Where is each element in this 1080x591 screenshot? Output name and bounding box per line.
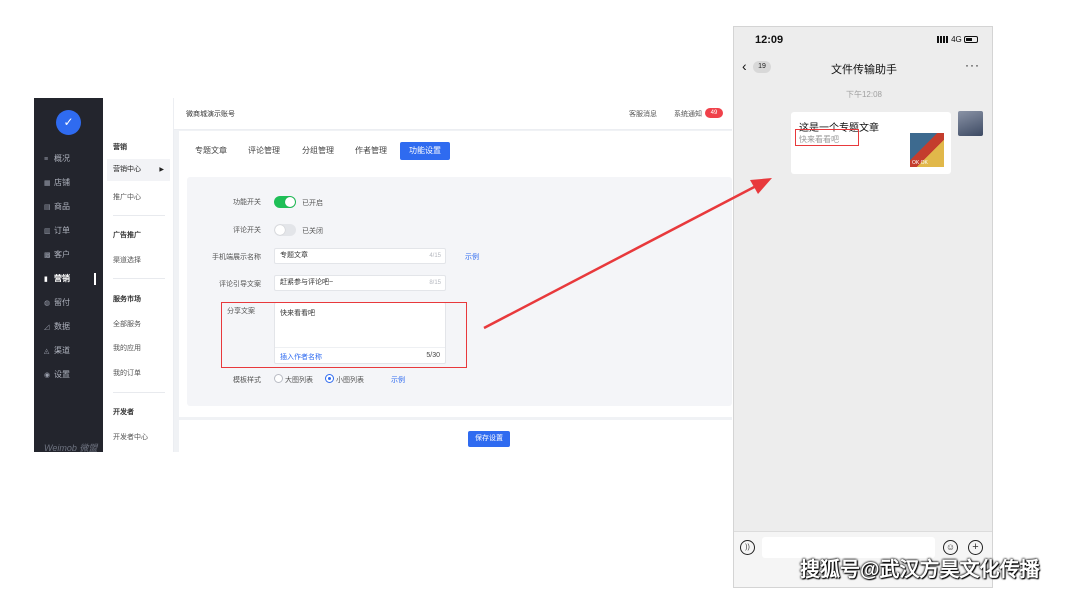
subnav-group-developer: 开发者 [113,409,134,416]
divider [113,392,165,393]
shop-name: 微商城演示账号 [186,111,235,118]
tab-author-management[interactable]: 作者管理 [355,145,387,156]
nav-item-customers[interactable]: ▩ 客户 [44,248,103,262]
mobile-name-label: 手机端展示名称 [212,254,261,261]
avatar[interactable] [958,111,983,136]
tab-topic-articles[interactable]: 专题文章 [195,145,227,156]
example-link[interactable]: 示例 [465,252,479,262]
subnav-item-marketing-center[interactable]: 营销中心 ▶ [107,159,170,181]
subnav-item-developer-center[interactable]: 开发者中心 [113,432,148,442]
content-panel: 专题文章 评论管理 分组管理 作者管理 功能设置 功能开关 已开启 评论开关 已… [179,131,732,417]
nav-item-store[interactable]: ▦ 店铺 [44,176,103,190]
subnav-item-my-apps[interactable]: 我的应用 [113,343,141,353]
comment-switch-state: 已关闭 [302,228,323,235]
char-count: 8/15 [429,280,441,286]
watermark: 搜狐号@武汉方昊文化传播 [800,559,1040,581]
comment-guide-input[interactable]: 赶紧参与评论吧~ 8/15 [274,275,446,291]
tab-comment-management[interactable]: 评论管理 [248,145,280,156]
highlight-card-desc [795,129,859,146]
nav-item-payment[interactable]: ◍ 留付 [44,296,103,310]
save-bar: 保存设置 [179,420,732,452]
divider [113,278,165,279]
settings-form: 功能开关 已开启 评论开关 已关闭 手机端展示名称 专题文章 4/15 示例 评论… [187,177,732,406]
comment-switch-toggle[interactable] [274,224,296,236]
nav-item-data[interactable]: ◿ 数据 [44,320,103,334]
more-icon[interactable]: ··· [965,58,980,72]
toggle-knob [285,197,295,207]
status-indicators: 4G [936,35,978,44]
brand-logo-text: Weimob 微盟 [44,443,98,452]
voice-icon[interactable]: )) [740,540,755,555]
orders-icon: ▥ [44,228,51,235]
store-icon: ▦ [44,180,51,187]
func-switch-label: 功能开关 [233,199,261,206]
nav-item-overview[interactable]: ≡ 概况 [44,152,103,166]
subnav-group-service-market: 服务市场 [113,296,141,303]
phone-screen: 12:09 4G ‹ 19 文件传输助手 ··· 下午12:08 这是一个专题文… [733,26,993,588]
customer-service-link[interactable]: 客服消息 [629,109,657,119]
gear-icon: ◉ [44,372,51,379]
message-timestamp: 下午12:08 [845,90,883,99]
data-icon: ◿ [44,324,50,331]
goods-icon: ▤ [44,204,51,211]
divider [113,215,165,216]
subnav-item-promotion-center[interactable]: 推广中心 [113,192,141,202]
composite-screenshot: ✓ ≡ 概况 ▦ 店铺 ▤ 商品 ▥ 订单 ▩ 客户 ▮ 营销 ◍ 留付 ◿ 数据 ◬ 渠道 ◉ 设… [0,0,1080,591]
battery-icon [964,36,978,44]
payment-icon: ◍ [44,300,51,307]
top-bar: 微商城演示账号 客服消息 系统通知 [174,98,732,130]
caret-right-icon: ▶ [159,167,164,173]
bar-chart-icon: ▮ [44,276,48,283]
chat-title: 文件传输助手 [831,64,897,76]
subnav-item-my-orders[interactable]: 我的订单 [113,368,141,378]
tab-function-settings[interactable]: 功能设置 [400,142,450,160]
highlight-share-text [221,302,467,368]
nav-item-channels[interactable]: ◬ 渠道 [44,344,103,358]
channel-icon: ◬ [44,348,50,355]
char-count: 4/15 [429,253,441,259]
mobile-name-input[interactable]: 专题文章 4/15 [274,248,446,264]
func-switch-state: 已开启 [302,200,323,207]
save-settings-button[interactable]: 保存设置 [468,431,510,447]
weimob-logo-icon: ✓ [56,110,81,135]
system-notice-link[interactable]: 系统通知 [674,109,702,119]
nav-item-orders[interactable]: ▥ 订单 [44,224,103,238]
admin-window: ✓ ≡ 概况 ▦ 店铺 ▤ 商品 ▥ 订单 ▩ 客户 ▮ 营销 ◍ 留付 ◿ 数据 ◬ 渠道 ◉ 设… [34,98,732,452]
small-list-label: 小图列表 [336,377,364,384]
nav-item-goods[interactable]: ▤ 商品 [44,200,103,214]
large-list-label: 大图列表 [285,377,313,384]
radio-small-list[interactable] [325,374,334,383]
sub-nav: 营销 营销中心 ▶ 推广中心 广告推广 渠道选择 服务市场 全部服务 我的应用 我… [103,98,174,452]
main-nav: ✓ ≡ 概况 ▦ 店铺 ▤ 商品 ▥ 订单 ▩ 客户 ▮ 营销 ◍ 留付 ◿ 数据 ◬ 渠道 ◉ 设… [34,98,103,452]
subnav-item-channel-select[interactable]: 渠道选择 [113,255,141,265]
comment-switch-label: 评论开关 [233,227,261,234]
card-thumbnail [910,133,944,167]
example-link[interactable]: 示例 [391,375,405,385]
menu-icon: ≡ [44,156,49,163]
status-time: 12:09 [755,34,784,46]
comment-guide-label: 评论引导文案 [219,281,261,288]
subnav-item-all-services[interactable]: 全部服务 [113,319,141,329]
subnav-group-ads: 广告推广 [113,232,141,239]
nav-item-settings[interactable]: ◉ 设置 [44,368,103,382]
radio-large-list[interactable] [274,374,283,383]
notice-count-badge: 49 [705,108,723,118]
template-style-label: 模板样式 [233,377,261,384]
func-switch-toggle[interactable] [274,196,296,208]
customers-icon: ▩ [44,252,51,259]
active-indicator [94,273,96,285]
signal-icon [936,36,949,44]
network-type: 4G [951,35,962,44]
toggle-knob [275,225,285,235]
tab-group-management[interactable]: 分组管理 [302,145,334,156]
subnav-group-marketing: 营销 [113,144,127,151]
